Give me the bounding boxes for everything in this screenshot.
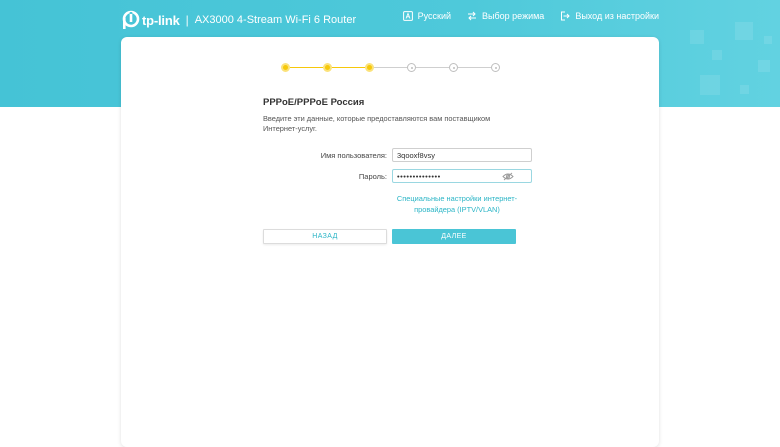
progress-step-dot [491, 63, 500, 72]
wizard-progress [281, 63, 501, 73]
page-title: PPPoE/PPPoE Россия [263, 97, 365, 108]
decor-square [764, 36, 772, 44]
exit-setup-link[interactable]: Выход из настройки [560, 11, 659, 21]
isp-advanced-settings-link[interactable]: Специальные настройки интернет-провайдер… [392, 193, 522, 215]
progress-connector [290, 67, 323, 68]
page-description: Введите эти данные, которые предоставляю… [263, 114, 491, 133]
router-model: AX3000 4-Stream Wi-Fi 6 Router [194, 14, 357, 26]
language-selector[interactable]: Русский [402, 11, 452, 21]
decor-square [758, 60, 770, 72]
decor-square [700, 75, 720, 95]
progress-step-dot [407, 63, 416, 72]
progress-connector [458, 67, 491, 68]
progress-step-dot [449, 63, 458, 72]
decor-square [712, 50, 722, 60]
exit-setup-label: Выход из настройки [575, 11, 659, 21]
tp-link-logo-icon [122, 10, 140, 29]
progress-connector [374, 67, 407, 68]
brand-name: tp-link [142, 12, 180, 28]
logout-icon [561, 11, 571, 21]
mode-select-label: Выбор режима [482, 11, 545, 21]
username-input[interactable] [392, 148, 532, 162]
back-button[interactable]: НАЗАД [263, 229, 387, 244]
progress-step-dot [323, 63, 332, 72]
progress-connector [332, 67, 365, 68]
brand-logo: tp-link | AX3000 4-Stream Wi-Fi 6 Router [120, 10, 356, 30]
username-label: Имя пользователя: [320, 151, 387, 160]
language-icon [402, 11, 413, 21]
next-button[interactable]: ДАЛЕЕ [392, 229, 516, 244]
decor-square [735, 22, 753, 40]
top-navigation: Русский Выбор режима Выход из настройки [402, 11, 659, 21]
mode-select-link[interactable]: Выбор режима [467, 11, 544, 21]
decor-square [740, 85, 749, 94]
progress-connector [416, 67, 449, 68]
progress-step-dot [281, 63, 290, 72]
decor-square [690, 30, 704, 44]
brand-separator: | [185, 13, 189, 27]
wizard-card: PPPoE/PPPoE Россия Введите эти данные, к… [121, 37, 659, 447]
swap-arrows-icon [468, 11, 477, 21]
password-label: Пароль: [358, 172, 387, 181]
progress-step-dot [365, 63, 374, 72]
language-label: Русский [417, 11, 452, 21]
eye-hidden-icon[interactable] [502, 172, 514, 181]
